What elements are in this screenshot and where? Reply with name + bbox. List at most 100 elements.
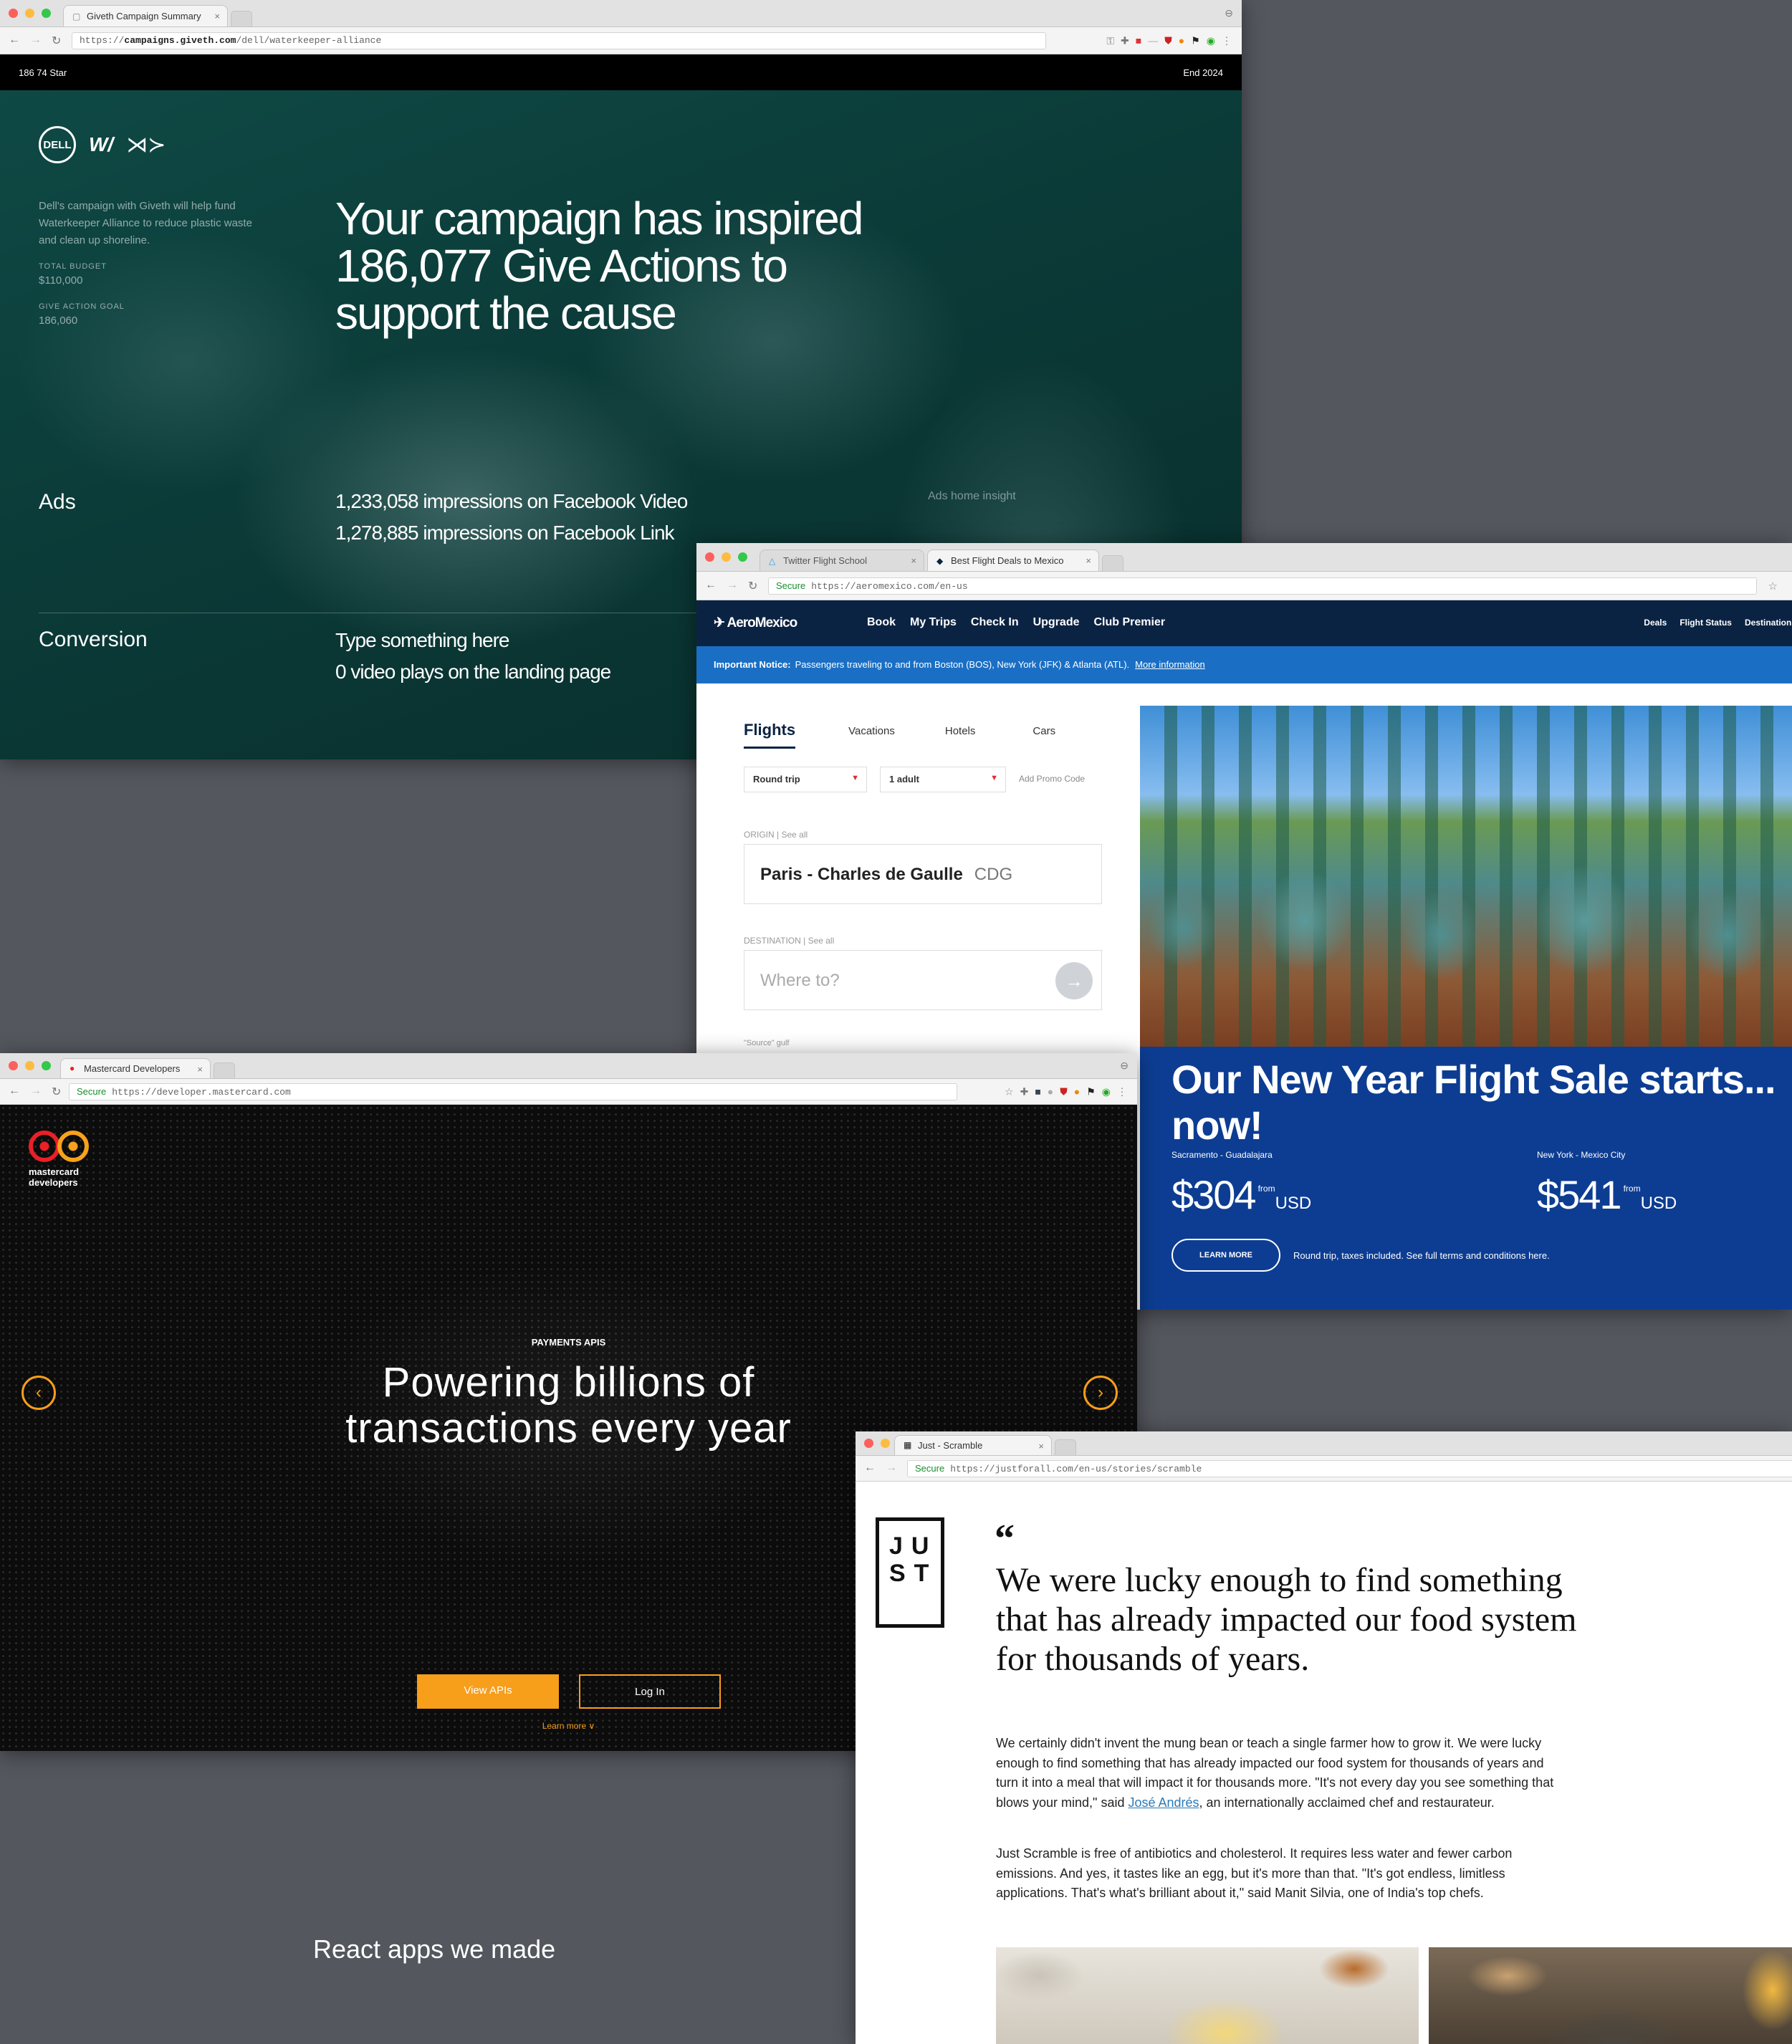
menu-item-book[interactable]: Book (867, 616, 896, 629)
reload-icon[interactable]: ↻ (748, 579, 757, 593)
tab-twitter-flight-school[interactable]: △ Twitter Flight School × (760, 550, 924, 571)
profile-icon[interactable]: ⊖ (1225, 7, 1233, 19)
close-window-button[interactable] (705, 552, 714, 562)
minimize-window-button[interactable] (722, 552, 731, 562)
destination-label: DESTINATION | See all (744, 936, 835, 946)
back-icon[interactable]: ← (705, 579, 717, 593)
forward-icon[interactable]: → (30, 34, 42, 48)
menu-item-deals[interactable]: Deals (1644, 618, 1667, 628)
tab-mastercard-developers[interactable]: ● Mastercard Developers × (60, 1058, 211, 1078)
minimize-window-button[interactable] (25, 9, 34, 18)
address-bar[interactable]: https://campaigns.giveth.com/dell/waterk… (72, 32, 1046, 49)
close-tab-icon[interactable]: × (1038, 1441, 1044, 1452)
menu-item-club-premier[interactable]: Club Premier (1094, 616, 1166, 629)
shield-icon[interactable]: ⛊ (1164, 34, 1172, 47)
key-icon[interactable]: ⚿ (1106, 34, 1114, 47)
reload-icon[interactable]: ↻ (52, 1085, 61, 1099)
mastercard-developers-logo[interactable]: mastercard developers (29, 1131, 89, 1188)
log-in-button[interactable]: Log In (579, 1674, 721, 1709)
close-tab-icon[interactable]: × (197, 1064, 203, 1075)
plus-icon[interactable]: ✚ (1020, 1085, 1029, 1098)
extension-green-icon[interactable]: ◉ (1102, 1085, 1111, 1098)
origin-field[interactable]: Paris - Charles de Gaulle CDG (744, 844, 1102, 904)
destination-field[interactable]: Where to? → (744, 950, 1102, 1010)
just-logo[interactable]: JU ST (876, 1517, 944, 1628)
trip-type-select[interactable]: Round trip ▼ (744, 767, 867, 792)
price-2-amount: $541 (1537, 1172, 1622, 1217)
bookmark-star-icon[interactable]: ☆ (1768, 580, 1778, 592)
extension-gray-icon[interactable]: — (1148, 34, 1158, 47)
flag-icon[interactable]: ⚑ (1086, 1085, 1096, 1098)
tab-just-scramble[interactable]: ▦ Just - Scramble × (894, 1435, 1052, 1455)
extension-green-icon[interactable]: ◉ (1207, 34, 1215, 47)
forward-icon[interactable]: → (727, 579, 738, 593)
forward-icon[interactable]: → (886, 1462, 897, 1476)
menu-item-flight-status[interactable]: Flight Status (1680, 618, 1732, 628)
extension-blue-icon[interactable]: ■ (1035, 1085, 1040, 1098)
partner-logos: DELL W/ ⋊≻ (39, 126, 166, 163)
learn-more-button[interactable]: LEARN MORE (1171, 1239, 1280, 1272)
address-bar[interactable]: Secure https://developer.mastercard.com (69, 1083, 957, 1100)
new-tab-button[interactable] (214, 1062, 235, 1078)
tab-title: Best Flight Deals to Mexico (951, 555, 1064, 566)
menu-icon[interactable]: ⋮ (1222, 34, 1232, 47)
passengers-select[interactable]: 1 adult ▼ (880, 767, 1006, 792)
close-tab-icon[interactable]: × (911, 555, 916, 566)
aeromexico-logo[interactable]: ✈ AeroMexico (714, 615, 797, 631)
shield-icon[interactable]: ⛊ (1060, 1085, 1068, 1098)
close-tab-icon[interactable]: × (1086, 555, 1091, 566)
menu-icon[interactable]: ⋮ (1117, 1085, 1127, 1098)
back-icon[interactable]: ← (9, 1085, 20, 1099)
aeromexico-favicon-icon: ◆ (936, 556, 944, 566)
carousel-prev-icon[interactable]: ‹ (21, 1376, 56, 1410)
tab-cars[interactable]: Cars (1032, 725, 1055, 749)
back-icon[interactable]: ← (9, 34, 20, 48)
notice-link[interactable]: More information (1135, 659, 1205, 670)
tab-giveth[interactable]: ▢ Giveth Campaign Summary × (63, 5, 228, 27)
menu-item-check-in[interactable]: Check In (971, 616, 1019, 629)
extension-gray-icon[interactable]: ● (1048, 1085, 1053, 1098)
search-arrow-button[interactable]: → (1055, 962, 1093, 999)
logo-line-2: developers (29, 1177, 78, 1188)
close-window-button[interactable] (9, 1061, 18, 1070)
price-2-currency: USD (1640, 1194, 1677, 1213)
maximize-window-button[interactable] (42, 9, 51, 18)
minimize-window-button[interactable] (25, 1061, 34, 1070)
url-prefix: https:// (80, 34, 125, 46)
menu-item-my-trips[interactable]: My Trips (910, 616, 957, 629)
reload-icon[interactable]: ↻ (52, 34, 61, 48)
tab-title: Just - Scramble (918, 1440, 983, 1451)
bookmark-star-icon[interactable]: ☆ (1005, 1085, 1014, 1098)
maximize-window-button[interactable] (42, 1061, 51, 1070)
tab-flights[interactable]: Flights (744, 721, 796, 749)
tab-hotels[interactable]: Hotels (945, 725, 976, 749)
close-tab-icon[interactable]: × (214, 11, 220, 21)
view-apis-button[interactable]: View APIs (417, 1674, 559, 1709)
forward-icon[interactable]: → (30, 1085, 42, 1099)
profile-icon[interactable]: ⊖ (1120, 1060, 1129, 1072)
maximize-window-button[interactable] (738, 552, 747, 562)
sale-headline-line-2: now! (1171, 1103, 1263, 1148)
tab-vacations[interactable]: Vacations (848, 725, 895, 749)
back-icon[interactable]: ← (864, 1462, 876, 1476)
close-window-button[interactable] (9, 9, 18, 18)
new-tab-button[interactable] (1055, 1439, 1076, 1455)
close-window-button[interactable] (864, 1439, 873, 1448)
address-bar[interactable]: Secure https://justforall.com/en-us/stori… (907, 1459, 1792, 1477)
menu-item-upgrade[interactable]: Upgrade (1033, 616, 1080, 629)
plus-icon[interactable]: ✚ (1121, 34, 1129, 47)
minimize-window-button[interactable] (881, 1439, 890, 1448)
extension-red-icon[interactable]: ■ (1136, 34, 1141, 47)
jose-andres-link[interactable]: José Andrés (1128, 1795, 1199, 1810)
menu-item-destinations[interactable]: Destinations (1745, 618, 1792, 628)
extension-orange-icon[interactable]: ● (1179, 34, 1184, 47)
extension-orange-icon[interactable]: ● (1074, 1085, 1080, 1098)
carousel-next-icon[interactable]: › (1083, 1376, 1118, 1410)
add-promo-code-link[interactable]: Add Promo Code (1019, 774, 1085, 784)
new-tab-button[interactable] (1102, 555, 1123, 571)
tab-aeromexico[interactable]: ◆ Best Flight Deals to Mexico × (927, 550, 1099, 571)
address-bar[interactable]: Secure https://aeromexico.com/en-us (768, 577, 1757, 595)
new-tab-button[interactable] (231, 11, 252, 27)
flag-icon[interactable]: ⚑ (1191, 34, 1200, 47)
price-1-from: from (1257, 1184, 1275, 1194)
